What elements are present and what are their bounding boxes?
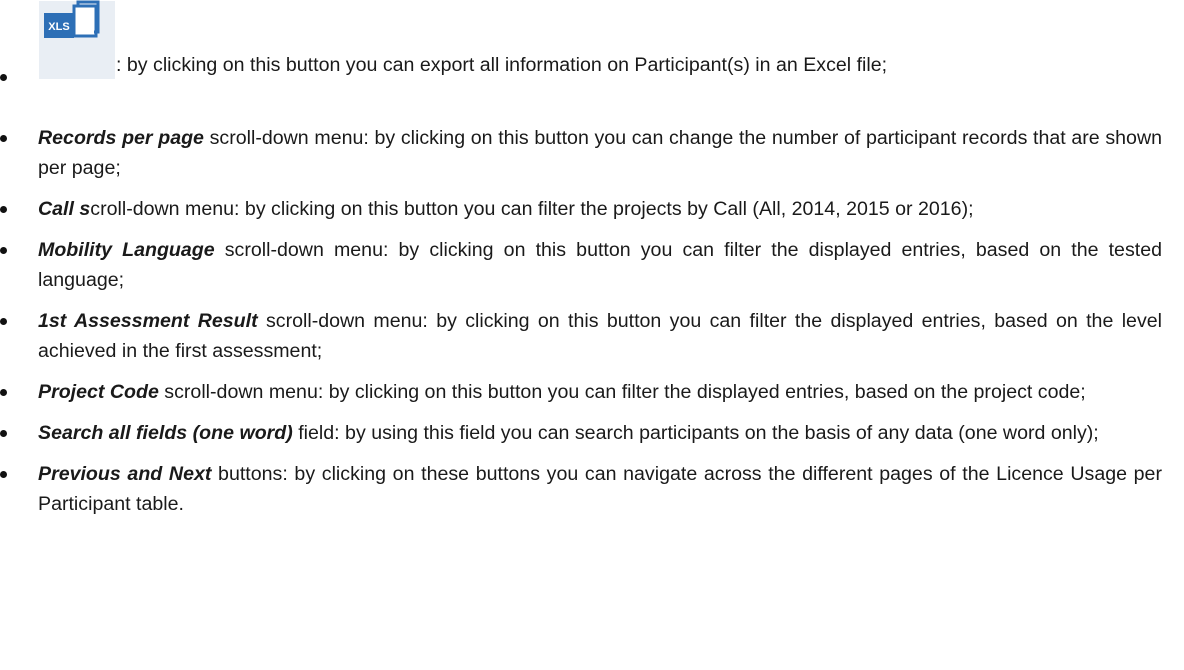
bullet-icon: [0, 247, 7, 254]
list-item-description: field: by using this field you can searc…: [292, 422, 1099, 444]
bullet-icon: [0, 74, 7, 81]
list-item-first-assessment-result: 1st Assessment Result scroll-down menu: …: [0, 306, 1184, 366]
bullet-icon: [0, 430, 7, 437]
list-item-call: Call scroll-down menu: by clicking on th…: [0, 194, 1184, 224]
list-item-description: scroll-down menu: by clicking on this bu…: [158, 381, 1086, 403]
list-item-mobility-language: Mobility Language scroll-down menu: by c…: [0, 235, 1184, 295]
bullet-list: XLS : by clicking on this button you can…: [0, 0, 1184, 112]
list-item-description: : by clicking on this button you can exp…: [116, 54, 888, 76]
list-item-description: croll-down menu: by clicking on this but…: [90, 198, 974, 220]
list-item-term: Call s: [38, 198, 91, 220]
list-item-term: Records per page: [38, 127, 204, 149]
bullet-list-continued: Records per page scroll-down menu: by cl…: [0, 123, 1184, 519]
excel-export-icon: XLS: [38, 0, 116, 80]
bullet-icon: [0, 471, 7, 478]
bullet-icon: [0, 389, 7, 396]
bullet-icon: [0, 135, 7, 142]
excel-icon-label: XLS: [48, 21, 69, 33]
list-item-term: Previous and Next: [38, 463, 212, 485]
list-item-search-all-fields: Search all fields (one word) field: by u…: [0, 418, 1184, 448]
document-page: XLS : by clicking on this button you can…: [0, 0, 1184, 519]
list-item-term: Search all fields (one word): [38, 422, 293, 444]
list-item-records-per-page: Records per page scroll-down menu: by cl…: [0, 123, 1184, 183]
list-item-excel-export: XLS : by clicking on this button you can…: [0, 0, 1184, 112]
list-item-text: XLS : by clicking on this button you can…: [38, 0, 1162, 80]
list-item-project-code: Project Code scroll-down menu: by clicki…: [0, 377, 1184, 407]
list-item-description: scroll-down menu: by clicking on this bu…: [38, 127, 1162, 179]
bullet-icon: [0, 318, 7, 325]
list-item-term: Mobility Language: [38, 239, 215, 261]
list-item-term: Project Code: [38, 381, 159, 403]
bullet-icon: [0, 206, 7, 213]
list-item-term: 1st Assessment Result: [38, 310, 258, 332]
list-item-previous-next: Previous and Next buttons: by clicking o…: [0, 459, 1184, 519]
